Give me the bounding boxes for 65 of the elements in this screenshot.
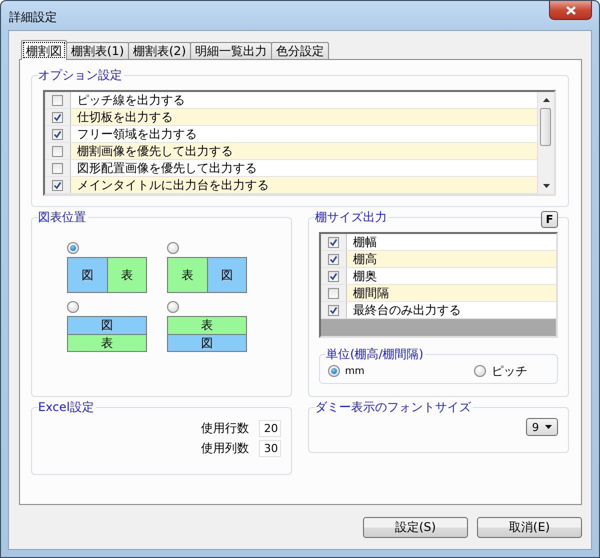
scroll-down-icon[interactable] bbox=[542, 184, 550, 188]
scrollbar[interactable] bbox=[537, 92, 554, 194]
tab[interactable]: 棚割表(2) bbox=[128, 42, 191, 59]
radio-label: mm bbox=[345, 366, 364, 376]
close-icon bbox=[566, 6, 576, 14]
group-title: 単位(棚高/棚間隔) bbox=[326, 346, 426, 362]
layout-cell: 表 bbox=[168, 317, 246, 334]
dialog-button[interactable]: 設定(S) bbox=[363, 517, 468, 538]
group-title: 図表位置 bbox=[38, 209, 88, 225]
layout-cell: 図 bbox=[206, 258, 246, 292]
font-button[interactable]: F bbox=[541, 211, 558, 228]
layout-cell: 図 bbox=[68, 258, 106, 292]
group-title: ダミー表示のフォントサイズ bbox=[315, 399, 473, 415]
list-item-label: 棚高 bbox=[347, 251, 556, 267]
number-field[interactable]: 20 bbox=[259, 420, 281, 437]
tab[interactable]: 棚割表(1) bbox=[66, 42, 129, 59]
checkbox[interactable] bbox=[52, 162, 63, 174]
tab[interactable]: 明細一覧出力 bbox=[190, 42, 272, 59]
list-item-label: 棚幅 bbox=[352, 234, 378, 250]
group-title: オプション設定 bbox=[38, 67, 124, 83]
checkbox[interactable] bbox=[52, 180, 63, 190]
list-item-label: 棚割画像を優先して出力する bbox=[71, 143, 537, 159]
number-field[interactable]: 30 bbox=[259, 440, 281, 457]
scroll-thumb[interactable] bbox=[540, 108, 551, 146]
layout-cell: 表 bbox=[68, 334, 146, 351]
close-button[interactable] bbox=[549, 1, 592, 20]
font-size-dropdown[interactable]: 9 bbox=[526, 418, 558, 436]
radio-button[interactable] bbox=[167, 301, 179, 313]
group-title: Excel設定 bbox=[38, 399, 96, 415]
dialog-button[interactable]: 取消(E) bbox=[477, 517, 582, 538]
window-title: 詳細設定 bbox=[9, 9, 57, 26]
checkbox[interactable] bbox=[328, 236, 339, 248]
tab[interactable]: 色分設定 bbox=[271, 42, 329, 59]
radio-button[interactable] bbox=[67, 301, 79, 313]
checkbox[interactable] bbox=[52, 128, 63, 140]
scroll-up-icon[interactable] bbox=[542, 98, 550, 102]
layout-cell: 図 bbox=[68, 317, 146, 334]
list-item-label: ピッチ線を出力する bbox=[76, 92, 186, 108]
list-item-label: 棚奥 bbox=[352, 268, 378, 284]
radio-button[interactable] bbox=[167, 242, 179, 254]
radio-label: ピッチ bbox=[491, 362, 528, 380]
checkbox[interactable] bbox=[328, 304, 339, 316]
checkbox[interactable] bbox=[52, 112, 63, 122]
list-item-label: 仕切板を出力する bbox=[71, 109, 537, 125]
field-label: 使用列数 bbox=[201, 440, 249, 457]
list-item-label: 棚間隔 bbox=[347, 285, 556, 301]
layout-cell: 表 bbox=[168, 258, 206, 292]
radio-button[interactable] bbox=[474, 365, 486, 377]
radio-button[interactable] bbox=[67, 242, 79, 254]
checkbox[interactable] bbox=[52, 94, 63, 106]
checkbox[interactable] bbox=[52, 146, 63, 156]
radio-button[interactable] bbox=[328, 365, 340, 377]
field-label: 使用行数 bbox=[201, 420, 249, 437]
list-item-label: 最終台のみ出力する bbox=[352, 302, 462, 318]
tab[interactable]: 棚割図 bbox=[21, 40, 67, 60]
checkbox[interactable] bbox=[328, 270, 339, 282]
list-item-label: 図形配置画像を優先して出力する bbox=[76, 160, 258, 176]
group-title: 棚サイズ出力 bbox=[315, 209, 389, 225]
layout-cell: 図 bbox=[168, 334, 246, 351]
list-item-label: メインタイトルに出力台を出力する bbox=[71, 177, 537, 193]
checkbox[interactable] bbox=[328, 288, 339, 298]
checkbox[interactable] bbox=[328, 254, 339, 264]
layout-cell: 表 bbox=[106, 258, 146, 292]
list-item-label: フリー領域を出力する bbox=[76, 126, 198, 142]
caret-icon bbox=[545, 425, 552, 429]
